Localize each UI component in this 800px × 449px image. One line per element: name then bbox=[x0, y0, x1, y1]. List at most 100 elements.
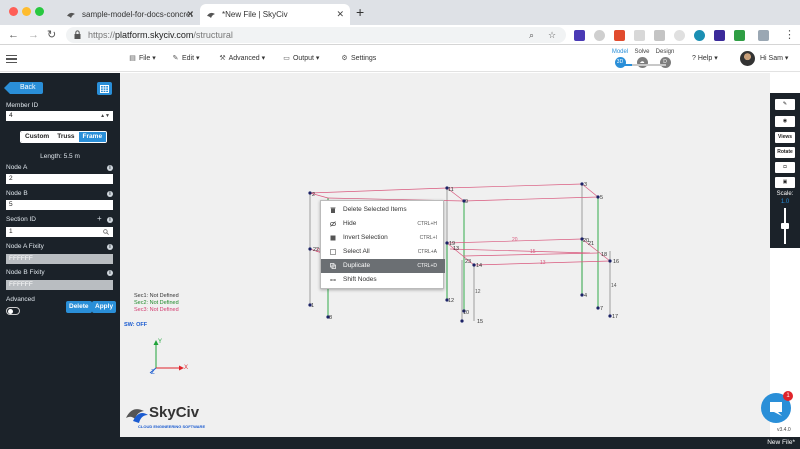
info-icon[interactable]: i bbox=[107, 270, 113, 276]
browser-tab-sample-model[interactable]: sample-model-for-docs-concret ✕ bbox=[60, 4, 200, 25]
menu-settings[interactable]: ⚙ Settings bbox=[340, 46, 376, 72]
new-tab-button[interactable]: + bbox=[356, 4, 364, 21]
question-icon: ? bbox=[692, 55, 696, 62]
pencil-icon: ✎ bbox=[172, 55, 179, 62]
back-button[interactable]: Back bbox=[4, 82, 43, 94]
menu-edit[interactable]: ✎ Edit ▾ bbox=[171, 46, 200, 72]
node-label: 5 bbox=[600, 195, 603, 201]
chat-notification-badge: 1 bbox=[783, 391, 793, 401]
context-shift-nodes[interactable]: Shift Nodes bbox=[321, 273, 445, 287]
extension-green-icon[interactable] bbox=[734, 30, 745, 41]
context-menu: Delete Selected Items Hide CTRL+H Invert… bbox=[320, 200, 445, 289]
extension-red-icon[interactable] bbox=[614, 30, 625, 41]
browser-tab-new-file[interactable]: *New File | SkyCiv ✕ bbox=[200, 4, 350, 25]
info-icon[interactable]: i bbox=[107, 191, 113, 197]
pencil-icon: ✎ bbox=[782, 101, 788, 107]
zoom-search-icon[interactable]: ⌕ bbox=[529, 29, 534, 41]
section-id-input[interactable]: 1 bbox=[6, 227, 113, 237]
extension-lh-icon[interactable] bbox=[574, 30, 585, 41]
rotate-button[interactable]: Rotate bbox=[775, 147, 795, 158]
advanced-label: Advanced bbox=[6, 296, 35, 303]
close-tab-icon[interactable]: ✕ bbox=[186, 4, 194, 25]
edit-view-button[interactable]: ✎ bbox=[775, 99, 795, 110]
minimize-window-button[interactable] bbox=[22, 7, 31, 16]
context-item-label: Shift Nodes bbox=[343, 276, 377, 283]
node-a-input[interactable]: 2 bbox=[6, 174, 113, 184]
search-icon[interactable] bbox=[103, 229, 109, 235]
node-label: 17 bbox=[612, 314, 618, 320]
3d-view-button[interactable]: ▣ bbox=[775, 177, 795, 188]
extension-calendar-icon[interactable] bbox=[634, 30, 645, 41]
invert-icon bbox=[330, 235, 336, 241]
scale-slider-handle[interactable] bbox=[781, 223, 789, 229]
forward-arrow-icon[interactable]: → bbox=[28, 27, 39, 43]
trash-icon bbox=[330, 207, 336, 213]
delete-button[interactable]: Delete bbox=[66, 301, 92, 313]
url-input[interactable]: https://platform.skyciv.com/structural ⌕… bbox=[66, 27, 566, 43]
menu-advanced[interactable]: ⚒ Advanced ▾ bbox=[218, 46, 265, 72]
menu-label: Edit bbox=[181, 55, 195, 62]
type-truss-button[interactable]: Truss bbox=[53, 132, 79, 142]
copy-icon bbox=[330, 263, 336, 269]
screenshot-button[interactable]: ◘ bbox=[775, 162, 795, 173]
context-delete-selected[interactable]: Delete Selected Items bbox=[321, 203, 445, 217]
visibility-button[interactable]: ◉ bbox=[775, 116, 795, 127]
url-prefix: https:// bbox=[88, 30, 116, 40]
chat-support-button[interactable]: 1 bbox=[761, 391, 793, 423]
node-b-input[interactable]: 5 bbox=[6, 200, 113, 210]
context-invert-selection[interactable]: Invert Selection CTRL+I bbox=[321, 231, 445, 245]
structure-model-view[interactable]: 1 2 3 4 5 7 8 9 10 11 12 14 15 16 17 18 … bbox=[120, 73, 770, 437]
member-id-select[interactable]: 4 ▲▼ bbox=[6, 111, 113, 121]
close-window-button[interactable] bbox=[9, 7, 18, 16]
avatar[interactable] bbox=[740, 51, 755, 66]
type-frame-button[interactable]: Frame bbox=[78, 132, 107, 142]
extension-teal-icon[interactable] bbox=[694, 30, 705, 41]
views-button[interactable]: Views bbox=[775, 132, 795, 143]
context-item-label: Delete Selected Items bbox=[343, 206, 407, 213]
member-label: 14 bbox=[611, 283, 617, 289]
extension-profile-icon[interactable] bbox=[758, 30, 769, 41]
node-label: 13 bbox=[453, 246, 459, 252]
extension-cloud-icon[interactable] bbox=[594, 30, 605, 41]
close-tab-icon[interactable]: ✕ bbox=[336, 4, 344, 25]
info-icon[interactable]: i bbox=[107, 244, 113, 250]
current-filename: New File* bbox=[767, 439, 795, 446]
info-icon[interactable]: i bbox=[107, 165, 113, 171]
view-toolbar: ✎ ◉ Views Rotate ◘ ▣ Scale: 1.0 bbox=[770, 93, 800, 248]
extension-circle-icon[interactable] bbox=[674, 30, 685, 41]
table-view-button[interactable] bbox=[97, 82, 112, 95]
node-label: 12 bbox=[448, 298, 454, 304]
back-arrow-icon[interactable]: ← bbox=[8, 27, 19, 43]
advanced-toggle[interactable] bbox=[6, 307, 20, 315]
reload-icon[interactable]: ↻ bbox=[47, 27, 56, 43]
context-hide[interactable]: Hide CTRL+H bbox=[321, 217, 445, 231]
member-id-value: 4 bbox=[9, 112, 13, 119]
browser-menu-icon[interactable]: ⋮ bbox=[784, 27, 795, 43]
context-select-all[interactable]: Select All CTRL+A bbox=[321, 245, 445, 259]
node-a-fixity-input[interactable]: FFFFFF bbox=[6, 254, 113, 264]
type-custom-button[interactable]: Custom bbox=[21, 132, 54, 142]
context-duplicate[interactable]: Duplicate CTRL+D bbox=[321, 259, 445, 273]
bookmark-star-icon[interactable]: ☆ bbox=[548, 29, 556, 41]
menu-output[interactable]: ▭ Output ▾ bbox=[282, 46, 319, 72]
maximize-window-button[interactable] bbox=[35, 7, 44, 16]
user-menu[interactable]: Hi Sam ▾ bbox=[760, 46, 788, 72]
add-section-icon[interactable]: + bbox=[97, 215, 102, 223]
section-legend-item: Sec3: Not Defined bbox=[134, 307, 179, 313]
help-menu[interactable]: ? Help ▾ bbox=[692, 46, 718, 72]
section-id-value: 1 bbox=[9, 228, 13, 235]
model-canvas[interactable]: 1 2 3 4 5 7 8 9 10 11 12 14 15 16 17 18 … bbox=[120, 73, 770, 437]
info-icon[interactable]: i bbox=[107, 217, 113, 223]
extension-grey-icon[interactable] bbox=[654, 30, 665, 41]
member-type-toggle: Custom Truss Frame bbox=[20, 131, 108, 143]
extension-purple-icon[interactable] bbox=[714, 30, 725, 41]
hamburger-menu-icon[interactable] bbox=[6, 55, 17, 63]
menu-file[interactable]: ▤ File ▾ bbox=[128, 46, 156, 72]
node-b-fixity-input[interactable]: FFFFFF bbox=[6, 280, 113, 290]
mode-label: Design bbox=[655, 49, 675, 55]
node-label: 15 bbox=[477, 319, 483, 325]
apply-button[interactable]: Apply bbox=[92, 301, 117, 313]
cube-icon: ▣ bbox=[782, 179, 788, 185]
node-dot bbox=[460, 319, 464, 323]
checkbox-icon bbox=[330, 249, 336, 255]
